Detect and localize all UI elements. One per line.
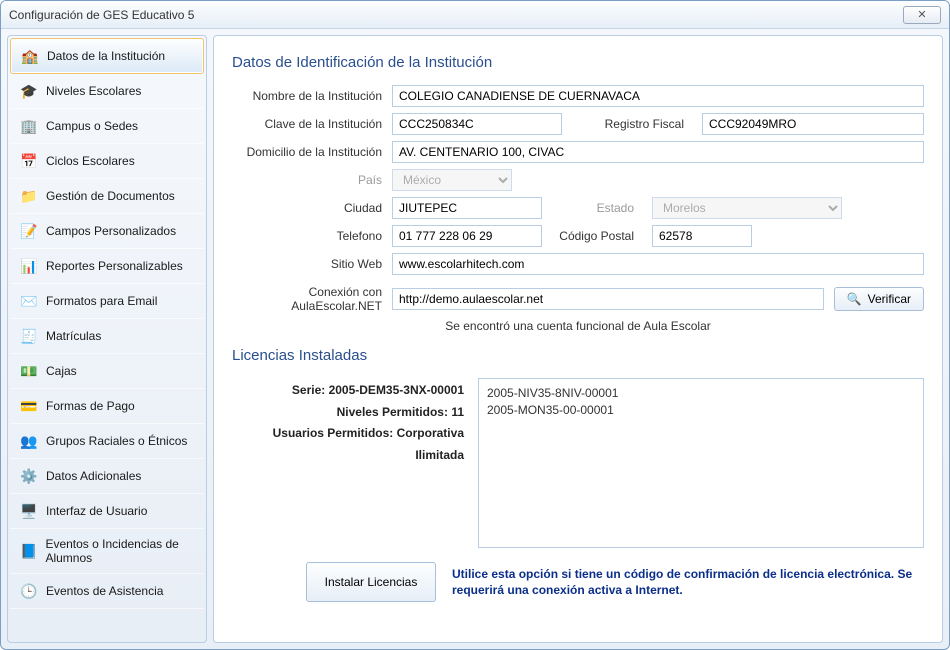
label-domicilio: Domicilio de la Institución bbox=[232, 145, 392, 159]
sidebar-icon: ⚙️ bbox=[20, 467, 38, 485]
sidebar-icon: 📅 bbox=[20, 152, 38, 170]
select-estado: Morelos bbox=[652, 197, 842, 219]
sidebar-item-12[interactable]: ⚙️ Datos Adicionales bbox=[10, 459, 204, 494]
input-clave[interactable] bbox=[392, 113, 562, 135]
license-summary: Serie: 2005-DEM35-3NX-00001 Niveles Perm… bbox=[232, 378, 464, 548]
sidebar-item-label: Datos de la Institución bbox=[47, 49, 165, 63]
verify-button-label: Verificar bbox=[868, 292, 911, 306]
search-icon: 🔍 bbox=[847, 292, 862, 306]
label-registro-fiscal: Registro Fiscal bbox=[572, 117, 692, 131]
sidebar-icon: 🧾 bbox=[20, 327, 38, 345]
sidebar-icon: 💳 bbox=[20, 397, 38, 415]
install-licenses-button[interactable]: Instalar Licencias bbox=[306, 562, 436, 602]
sidebar-item-label: Reportes Personalizables bbox=[46, 259, 183, 273]
sidebar-icon: 📝 bbox=[20, 222, 38, 240]
sidebar-item-label: Eventos o Incidencias de Alumnos bbox=[45, 537, 194, 565]
input-cp[interactable] bbox=[652, 225, 752, 247]
label-pais: País bbox=[232, 173, 392, 187]
label-usuarios: Usuarios Permitidos: bbox=[273, 426, 397, 440]
sidebar-item-label: Niveles Escolares bbox=[46, 84, 141, 98]
label-conexion: Conexión con AulaEscolar.NET bbox=[232, 285, 392, 313]
sidebar-icon: ✉️ bbox=[20, 292, 38, 310]
label-cp: Código Postal bbox=[552, 229, 642, 243]
sidebar-icon: 🏢 bbox=[20, 117, 38, 135]
sidebar-item-4[interactable]: 📁 Gestión de Documentos bbox=[10, 179, 204, 214]
sidebar-item-label: Eventos de Asistencia bbox=[46, 584, 163, 598]
value-niveles: 11 bbox=[451, 405, 464, 419]
sidebar-item-11[interactable]: 👥 Grupos Raciales o Étnicos bbox=[10, 424, 204, 459]
close-button[interactable]: ✕ bbox=[903, 6, 941, 24]
input-sitio[interactable] bbox=[392, 253, 924, 275]
sidebar-item-label: Grupos Raciales o Étnicos bbox=[46, 434, 187, 448]
value-serie: 2005-DEM35-3NX-00001 bbox=[329, 383, 464, 397]
label-clave: Clave de la Institución bbox=[232, 117, 392, 131]
window-body: 🏫 Datos de la Institución 🎓 Niveles Escolar… bbox=[1, 29, 949, 649]
select-pais: México bbox=[392, 169, 512, 191]
sidebar-icon: 💵 bbox=[20, 362, 38, 380]
sidebar-item-label: Formatos para Email bbox=[46, 294, 157, 308]
sidebar-icon: 🏫 bbox=[21, 47, 39, 65]
sidebar-icon: 👥 bbox=[20, 432, 38, 450]
sidebar-icon: 📊 bbox=[20, 257, 38, 275]
section-title-licenses: Licencias Instaladas bbox=[232, 347, 924, 364]
sidebar-item-7[interactable]: ✉️ Formatos para Email bbox=[10, 284, 204, 319]
sidebar-item-13[interactable]: 🖥️ Interfaz de Usuario bbox=[10, 494, 204, 529]
input-domicilio[interactable] bbox=[392, 141, 924, 163]
sidebar-item-label: Campus o Sedes bbox=[46, 119, 138, 133]
install-note: Utilice esta opción si tiene un código d… bbox=[452, 566, 924, 598]
license-item[interactable]: 2005-MON35-00-00001 bbox=[487, 402, 915, 419]
label-ciudad: Ciudad bbox=[232, 201, 392, 215]
label-estado: Estado bbox=[552, 201, 642, 215]
sidebar-icon: 📁 bbox=[20, 187, 38, 205]
titlebar: Configuración de GES Educativo 5 ✕ bbox=[1, 1, 949, 29]
license-item[interactable]: 2005-NIV35-8NIV-00001 bbox=[487, 385, 915, 402]
sidebar: 🏫 Datos de la Institución 🎓 Niveles Escolar… bbox=[7, 35, 207, 643]
label-sitio: Sitio Web bbox=[232, 257, 392, 271]
input-telefono[interactable] bbox=[392, 225, 542, 247]
sidebar-item-6[interactable]: 📊 Reportes Personalizables bbox=[10, 249, 204, 284]
sidebar-item-2[interactable]: 🏢 Campus o Sedes bbox=[10, 109, 204, 144]
sidebar-item-14[interactable]: 📘 Eventos o Incidencias de Alumnos bbox=[10, 529, 204, 574]
sidebar-item-label: Formas de Pago bbox=[46, 399, 135, 413]
close-icon: ✕ bbox=[917, 8, 926, 21]
sidebar-item-15[interactable]: 🕒 Eventos de Asistencia bbox=[10, 574, 204, 609]
sidebar-item-label: Datos Adicionales bbox=[46, 469, 141, 483]
sidebar-item-0[interactable]: 🏫 Datos de la Institución bbox=[10, 38, 204, 74]
license-listbox[interactable]: 2005-NIV35-8NIV-000012005-MON35-00-00001 bbox=[478, 378, 924, 548]
sidebar-item-label: Campos Personalizados bbox=[46, 224, 176, 238]
install-button-label: Instalar Licencias bbox=[325, 575, 418, 589]
input-ciudad[interactable] bbox=[392, 197, 542, 219]
value-usuarios: Corporativa Ilimitada bbox=[397, 426, 464, 462]
input-registro-fiscal[interactable] bbox=[702, 113, 924, 135]
sidebar-item-label: Gestión de Documentos bbox=[46, 189, 175, 203]
section-title-identity: Datos de Identificación de la Institució… bbox=[232, 54, 924, 71]
label-telefono: Telefono bbox=[232, 229, 392, 243]
label-nombre: Nombre de la Institución bbox=[232, 89, 392, 103]
sidebar-icon: 🎓 bbox=[20, 82, 38, 100]
sidebar-item-9[interactable]: 💵 Cajas bbox=[10, 354, 204, 389]
window-title: Configuración de GES Educativo 5 bbox=[9, 8, 194, 22]
sidebar-item-1[interactable]: 🎓 Niveles Escolares bbox=[10, 74, 204, 109]
sidebar-icon: 🕒 bbox=[20, 582, 38, 600]
sidebar-item-10[interactable]: 💳 Formas de Pago bbox=[10, 389, 204, 424]
sidebar-icon: 📘 bbox=[20, 542, 37, 560]
label-serie: Serie: bbox=[292, 383, 329, 397]
label-niveles: Niveles Permitidos: bbox=[337, 405, 452, 419]
sidebar-item-8[interactable]: 🧾 Matrículas bbox=[10, 319, 204, 354]
connection-status: Se encontró una cuenta funcional de Aula… bbox=[232, 319, 924, 333]
input-nombre[interactable] bbox=[392, 85, 924, 107]
sidebar-item-3[interactable]: 📅 Ciclos Escolares bbox=[10, 144, 204, 179]
input-conexion[interactable] bbox=[392, 288, 824, 310]
sidebar-item-label: Ciclos Escolares bbox=[46, 154, 135, 168]
verify-button[interactable]: 🔍 Verificar bbox=[834, 287, 924, 311]
config-window: Configuración de GES Educativo 5 ✕ 🏫 Dato… bbox=[0, 0, 950, 650]
sidebar-item-label: Matrículas bbox=[46, 329, 101, 343]
sidebar-item-5[interactable]: 📝 Campos Personalizados bbox=[10, 214, 204, 249]
sidebar-item-label: Interfaz de Usuario bbox=[46, 504, 147, 518]
sidebar-icon: 🖥️ bbox=[20, 502, 38, 520]
main-panel: Datos de Identificación de la Institució… bbox=[213, 35, 943, 643]
sidebar-item-label: Cajas bbox=[46, 364, 77, 378]
